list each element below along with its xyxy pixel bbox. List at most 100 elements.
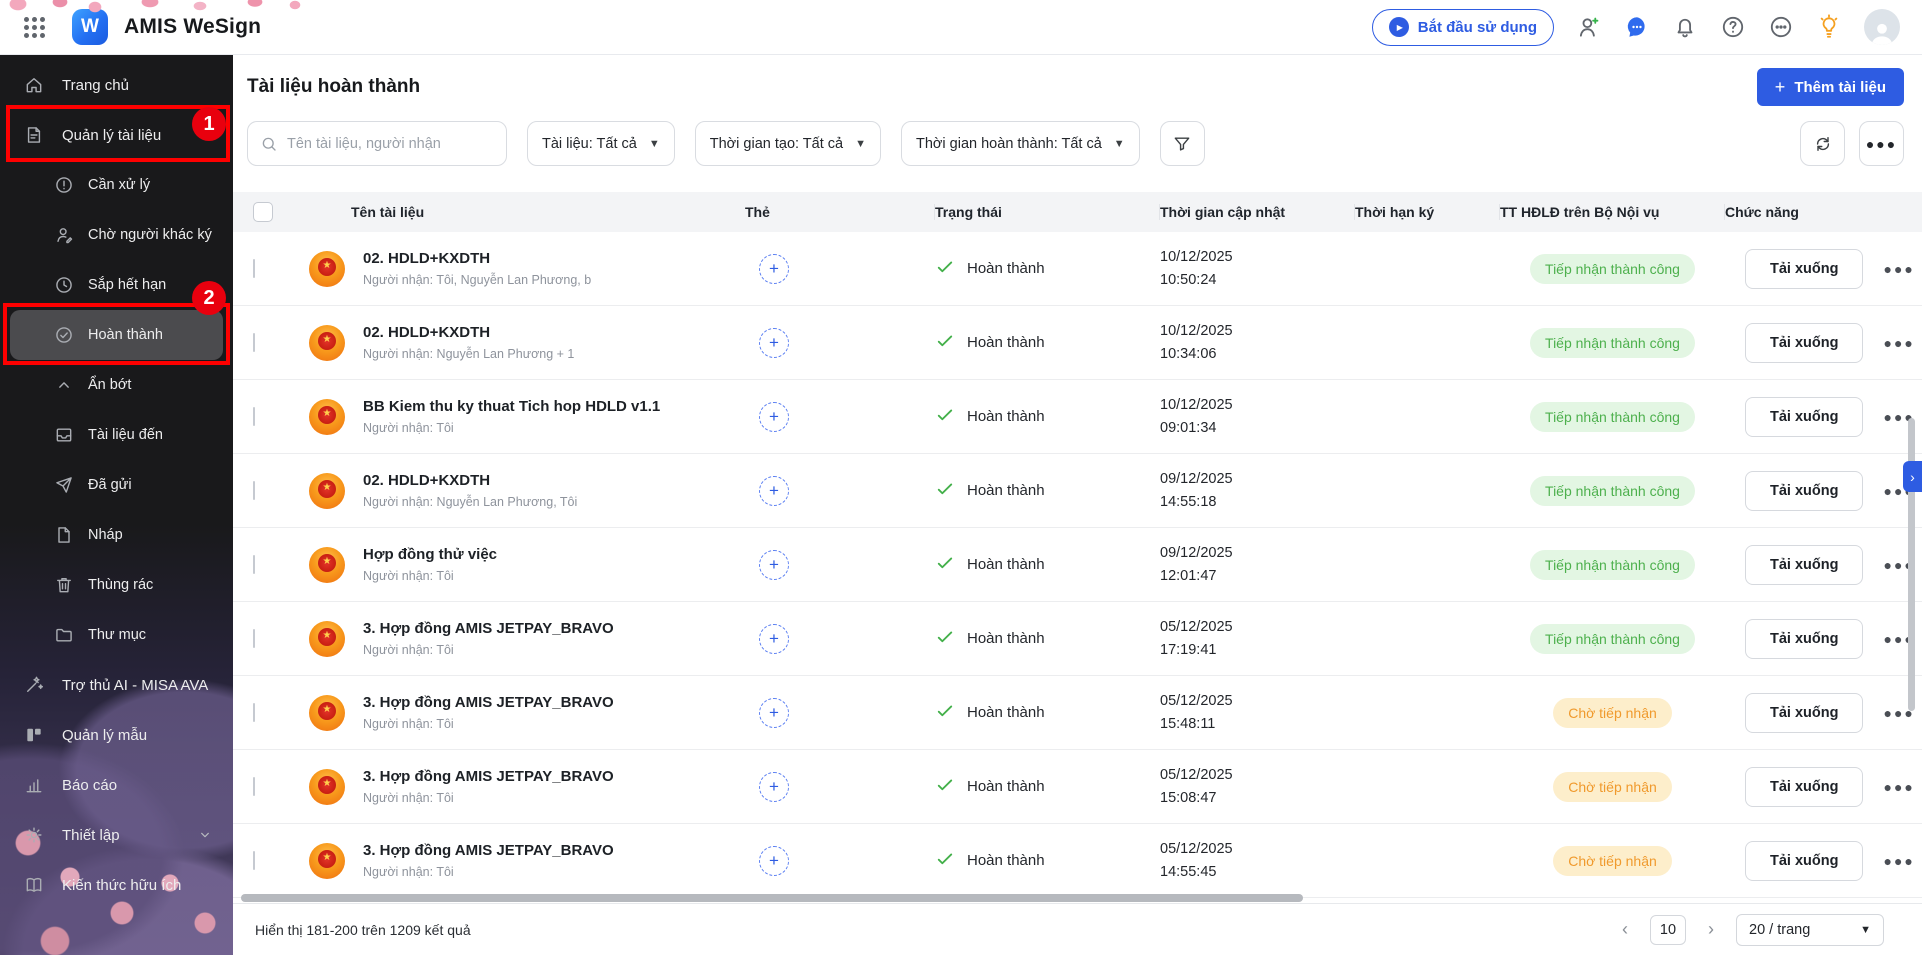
- user-avatar[interactable]: [1864, 9, 1900, 45]
- add-tag-button[interactable]: +: [759, 550, 789, 580]
- more-icon[interactable]: [1768, 14, 1794, 40]
- row-checkbox[interactable]: [253, 481, 255, 500]
- row-checkbox[interactable]: [253, 555, 255, 574]
- filter-bar: Tài liệu: Tất cả▼ Thời gian tạo: Tất cả▼…: [247, 121, 1904, 166]
- table-header-cell: Trạng thái: [935, 192, 1160, 232]
- check-icon: [935, 405, 955, 429]
- person-plus-icon[interactable]: [1576, 14, 1602, 40]
- play-icon: ▶: [1389, 17, 1409, 37]
- refresh-button[interactable]: [1800, 121, 1845, 166]
- documents-table: Tên tài liệuThẻTrạng tháiThời gian cập n…: [233, 192, 1922, 903]
- sidebar-item-home[interactable]: Trang chủ: [0, 60, 233, 110]
- sidebar-item-waiting-others-sign[interactable]: Chờ người khác ký: [0, 210, 233, 260]
- download-button[interactable]: Tải xuống: [1745, 545, 1863, 585]
- add-tag-button[interactable]: +: [759, 402, 789, 432]
- sidebar-item-collapse[interactable]: Ẩn bớt: [0, 360, 233, 410]
- add-document-button[interactable]: + Thêm tài liệu: [1757, 68, 1904, 106]
- row-checkbox[interactable]: [253, 407, 255, 426]
- document-emblem-avatar: [309, 325, 345, 361]
- document-name[interactable]: Hợp đồng thử việc: [363, 546, 497, 563]
- sidebar-item-folders[interactable]: Thư mục: [0, 610, 233, 660]
- download-button[interactable]: Tải xuống: [1745, 619, 1863, 659]
- table-header-cell-select: [233, 192, 293, 232]
- next-page-button[interactable]: ›: [1698, 916, 1724, 944]
- sidebar-item-trash[interactable]: Thùng rác: [0, 560, 233, 610]
- check-icon: [935, 627, 955, 651]
- bell-icon[interactable]: [1672, 14, 1698, 40]
- sidebar-item-sent[interactable]: Đã gửi: [0, 460, 233, 510]
- page-size-select[interactable]: 20 / trang ▼: [1736, 914, 1884, 946]
- sidebar-item-label: Thư mục: [88, 627, 146, 643]
- help-icon[interactable]: [1720, 14, 1746, 40]
- row-checkbox[interactable]: [253, 703, 255, 722]
- document-name-cell: 3. Hợp đồng AMIS JETPAY_BRAVONgười nhận:…: [293, 694, 745, 731]
- row-checkbox[interactable]: [253, 259, 255, 278]
- document-name[interactable]: 3. Hợp đồng AMIS JETPAY_BRAVO: [363, 768, 614, 785]
- row-more-button[interactable]: ●●●: [1883, 335, 1914, 351]
- document-emblem-avatar: [309, 695, 345, 731]
- download-button[interactable]: Tải xuống: [1745, 323, 1863, 363]
- add-tag-button[interactable]: +: [759, 328, 789, 358]
- row-checkbox[interactable]: [253, 777, 255, 796]
- add-tag-button[interactable]: +: [759, 772, 789, 802]
- check-icon: [935, 479, 955, 503]
- add-tag-button[interactable]: +: [759, 698, 789, 728]
- download-button[interactable]: Tải xuống: [1745, 471, 1863, 511]
- chat-icon[interactable]: [1624, 14, 1650, 40]
- download-button[interactable]: Tải xuống: [1745, 693, 1863, 733]
- row-more-button[interactable]: ●●●: [1883, 779, 1914, 795]
- document-name[interactable]: 02. HDLD+KXDTH: [363, 250, 591, 267]
- start-using-button[interactable]: ▶ Bắt đầu sử dụng: [1372, 9, 1554, 46]
- document-info: BB Kiem thu ky thuat Tich hop HDLD v1.1N…: [363, 398, 660, 435]
- search-input[interactable]: [287, 136, 494, 152]
- sidebar-item-completed[interactable]: Hoàn thành: [10, 310, 223, 360]
- row-checkbox[interactable]: [253, 851, 255, 870]
- document-name[interactable]: 3. Hợp đồng AMIS JETPAY_BRAVO: [363, 620, 614, 637]
- download-button[interactable]: Tải xuống: [1745, 397, 1863, 437]
- sidebar-item-incoming-documents[interactable]: Tài liệu đến: [0, 410, 233, 460]
- filter-completed-label: Thời gian hoàn thành: Tất cả: [916, 136, 1102, 152]
- send-icon: [54, 475, 74, 495]
- row-more-button[interactable]: ●●●: [1883, 853, 1914, 869]
- prev-page-button[interactable]: ‹: [1612, 916, 1638, 944]
- sidebar-item-ai-assistant[interactable]: Trợ thủ AI - MISA AVA: [0, 660, 233, 710]
- add-tag-button[interactable]: +: [759, 254, 789, 284]
- select-all-checkbox[interactable]: [253, 202, 273, 222]
- horizontal-scrollbar[interactable]: [241, 894, 1303, 902]
- document-name[interactable]: 3. Hợp đồng AMIS JETPAY_BRAVO: [363, 842, 614, 859]
- actions-cell: Tải xuống ●●●: [1725, 323, 1922, 363]
- document-name[interactable]: 02. HDLD+KXDTH: [363, 472, 577, 489]
- add-tag-button[interactable]: +: [759, 846, 789, 876]
- sidebar-item-template-management[interactable]: Quản lý mẫu: [0, 710, 233, 760]
- sidebar-item-label: Trang chủ: [62, 77, 129, 94]
- filter-document-type[interactable]: Tài liệu: Tất cả▼: [527, 121, 675, 166]
- current-page[interactable]: 10: [1650, 915, 1686, 945]
- document-name[interactable]: 02. HDLD+KXDTH: [363, 324, 574, 341]
- filter-completed-time[interactable]: Thời gian hoàn thành: Tất cả▼: [901, 121, 1140, 166]
- add-tag-button[interactable]: +: [759, 476, 789, 506]
- sidebar-item-draft[interactable]: Nháp: [0, 510, 233, 560]
- download-button[interactable]: Tải xuống: [1745, 841, 1863, 881]
- add-tag-button[interactable]: +: [759, 624, 789, 654]
- sidebar-item-knowledge[interactable]: Kiến thức hữu ích: [0, 860, 233, 910]
- document-name[interactable]: 3. Hợp đồng AMIS JETPAY_BRAVO: [363, 694, 614, 711]
- expand-panel-tab[interactable]: ›: [1903, 461, 1922, 492]
- download-button[interactable]: Tải xuống: [1745, 767, 1863, 807]
- advanced-filter-button[interactable]: [1160, 121, 1205, 166]
- annotation-step-2: 2: [192, 281, 226, 315]
- filter-created-time[interactable]: Thời gian tạo: Tất cả▼: [695, 121, 881, 166]
- row-more-button[interactable]: ●●●: [1883, 261, 1914, 277]
- sidebar-item-settings[interactable]: Thiết lập: [0, 810, 233, 860]
- promo-icon[interactable]: [1816, 14, 1842, 40]
- row-checkbox[interactable]: [253, 629, 255, 648]
- sidebar-item-need-action[interactable]: Cần xử lý: [0, 160, 233, 210]
- download-button[interactable]: Tải xuống: [1745, 249, 1863, 289]
- tag-cell: +: [745, 550, 935, 580]
- sidebar-item-reports[interactable]: Báo cáo: [0, 760, 233, 810]
- document-name[interactable]: BB Kiem thu ky thuat Tich hop HDLD v1.1: [363, 398, 660, 415]
- updated-time: 14:55:18: [1160, 491, 1355, 513]
- table-row: 02. HDLD+KXDTHNgười nhận: Nguyễn Lan Phư…: [233, 306, 1922, 380]
- table-more-button[interactable]: ●●●: [1859, 121, 1904, 166]
- app-launcher-icon[interactable]: [20, 13, 48, 41]
- row-checkbox[interactable]: [253, 333, 255, 352]
